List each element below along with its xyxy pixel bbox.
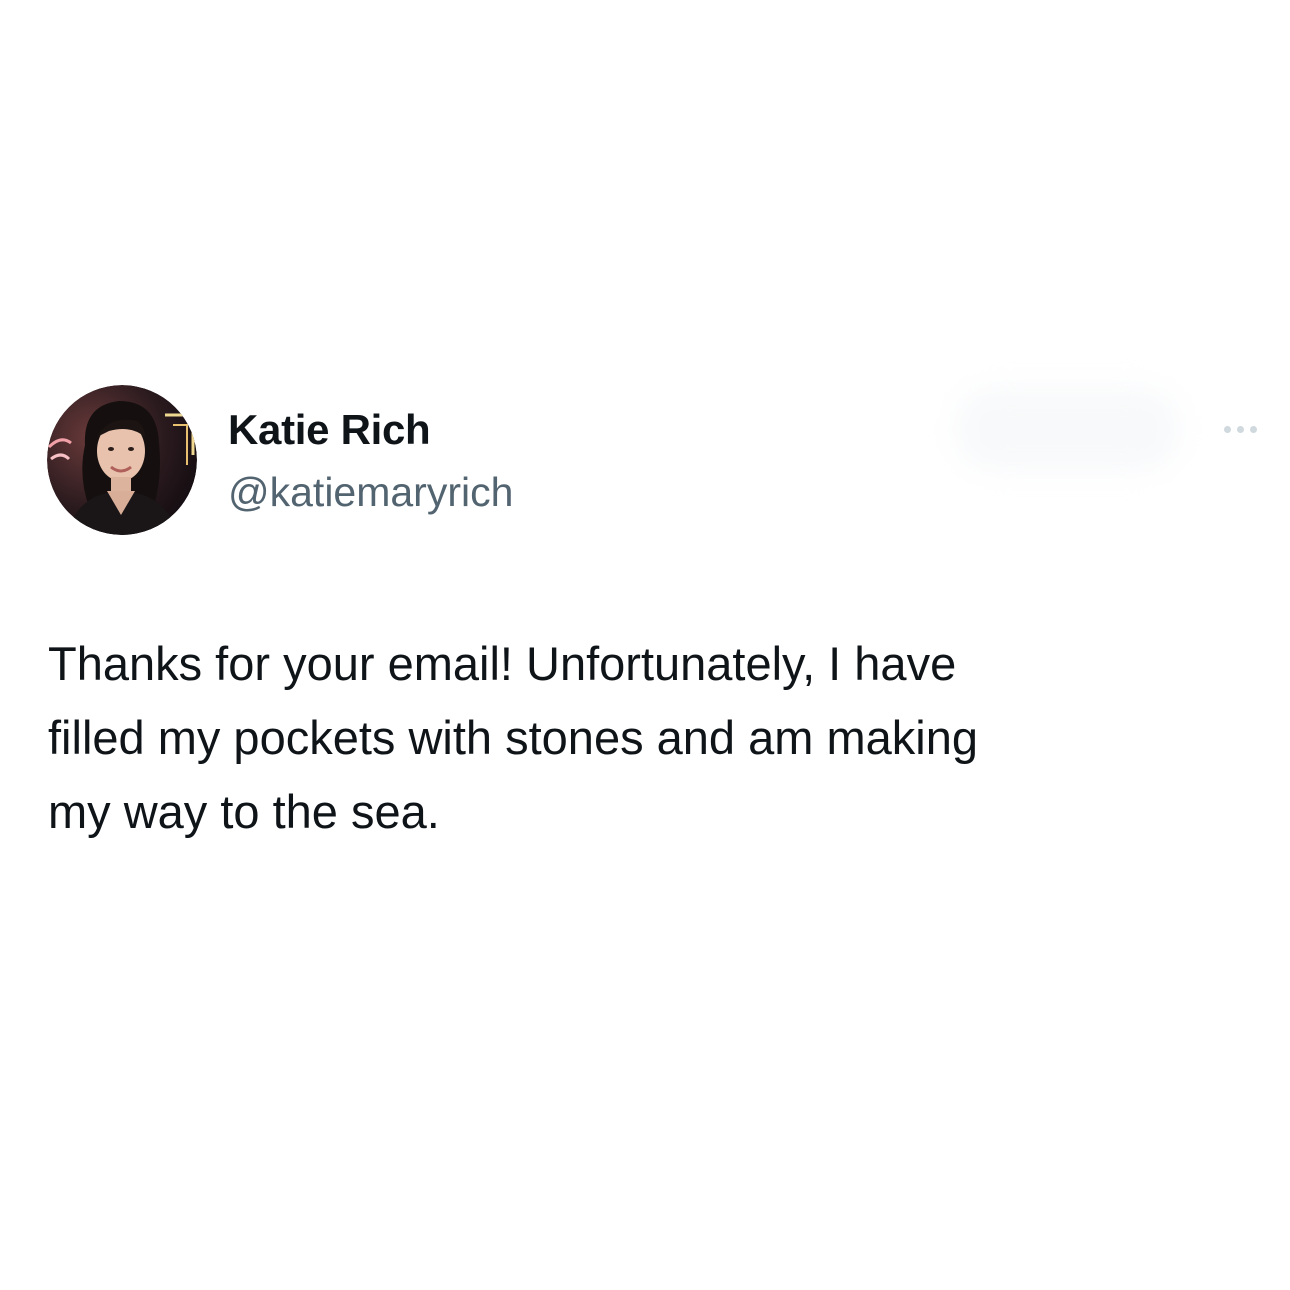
- user-handle[interactable]: @katiemaryrich: [228, 464, 513, 520]
- tweet-text-line: Thanks for your email! Unfortunately, I …: [48, 637, 957, 690]
- more-horizontal-icon: [1223, 425, 1231, 433]
- avatar[interactable]: [47, 385, 197, 535]
- display-name[interactable]: Katie Rich: [228, 400, 431, 460]
- tweet-text-line: filled my pockets with stones and am mak…: [48, 711, 978, 764]
- tweet-card: Katie Rich @katiemaryrich Thanks for you…: [0, 0, 1290, 1290]
- tweet-text-line: my way to the sea.: [48, 785, 440, 838]
- avatar-photo: [47, 385, 197, 535]
- more-options-button[interactable]: [1210, 414, 1270, 444]
- tweet-text: Thanks for your email! Unfortunately, I …: [48, 627, 1248, 849]
- redacted-area: [955, 388, 1180, 470]
